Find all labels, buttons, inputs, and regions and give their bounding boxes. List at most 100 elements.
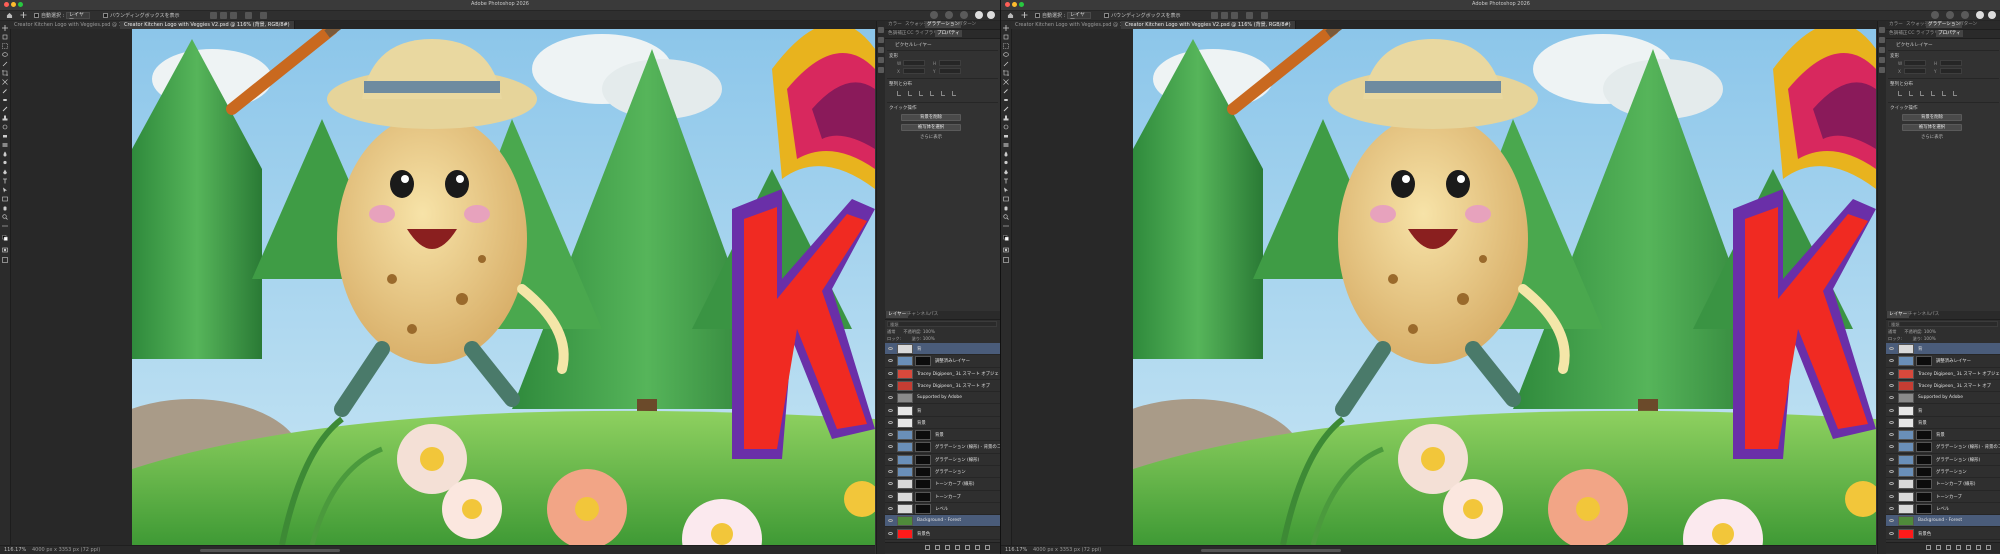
align-right-icon[interactable] [1920, 91, 1924, 96]
layer-row[interactable]: 背景 [885, 417, 1000, 430]
visibility-eye-icon[interactable] [1889, 433, 1894, 437]
tab-paths[interactable]: パス [1928, 311, 1941, 318]
visibility-eye-icon[interactable] [888, 371, 893, 375]
layer-filter-bar[interactable]: 種類 [1888, 321, 1998, 327]
info-panel-icon[interactable] [878, 37, 884, 43]
move-tool-icon[interactable] [1021, 12, 1028, 18]
layer-row[interactable]: 背 [1886, 405, 2000, 417]
height-field[interactable] [1940, 60, 1962, 66]
gradient-tool-icon[interactable] [1003, 142, 1009, 148]
profile-icon[interactable] [975, 11, 983, 19]
auto-select-checkbox[interactable] [34, 13, 39, 18]
hand-tool-icon[interactable] [1003, 205, 1009, 211]
history-panel-icon[interactable] [878, 27, 884, 33]
dodge-tool-icon[interactable] [1003, 160, 1009, 166]
zoom-level[interactable]: 116.17% [4, 547, 26, 553]
layer-row[interactable]: Supported by Adobe [885, 392, 1000, 405]
layer-row[interactable]: 背 [1886, 343, 2000, 356]
layer-mask-thumbnail[interactable] [915, 454, 931, 465]
align-bottom-icon[interactable] [1953, 91, 1957, 96]
layer-mask-thumbnail[interactable] [915, 356, 931, 367]
layer-row[interactable]: 調整済みレイヤー [885, 355, 1000, 368]
character-panel-icon[interactable] [878, 47, 884, 53]
layer-mask-thumbnail[interactable] [1916, 491, 1932, 502]
visibility-eye-icon[interactable] [888, 531, 893, 535]
visibility-eye-icon[interactable] [888, 470, 893, 473]
remove-background-button[interactable]: 背景を削除 [901, 114, 961, 121]
visibility-eye-icon[interactable] [888, 519, 893, 523]
transform-header[interactable]: 変形 [1890, 53, 1899, 59]
home-icon[interactable] [1007, 12, 1014, 18]
character-panel-icon[interactable] [1879, 47, 1885, 53]
layer-row[interactable]: Tracey Digipeon_ 3L スマート オブ [885, 380, 1000, 393]
document-tab-2[interactable]: Creator Kitchen Logo with Veggies V2.psd… [120, 21, 295, 29]
gradient-tool-icon[interactable] [2, 142, 8, 148]
layer-mask-thumbnail[interactable] [1916, 467, 1932, 477]
align-hcenter-icon[interactable] [908, 91, 912, 96]
blur-tool-icon[interactable] [2, 151, 8, 157]
visibility-eye-icon[interactable] [888, 445, 893, 449]
brush-tool-icon[interactable] [2, 106, 8, 112]
layer-mask-thumbnail[interactable] [915, 491, 931, 502]
visibility-eye-icon[interactable] [888, 383, 893, 387]
auto-select-dropdown[interactable]: レイヤー [66, 12, 90, 23]
align-center-icon[interactable] [1221, 12, 1228, 19]
crop-tool-icon[interactable] [2, 70, 8, 76]
layer-row[interactable]: Supported by Adobe [1886, 392, 2000, 405]
color-swatches-icon[interactable] [2, 235, 8, 241]
move-tool-icon[interactable] [1003, 25, 1009, 31]
visibility-eye-icon[interactable] [1889, 457, 1894, 461]
workspace-icon[interactable] [960, 11, 968, 19]
visibility-eye-icon[interactable] [888, 408, 893, 412]
layer-filter-bar[interactable]: 種類 [887, 321, 997, 327]
adjustment-layer-icon[interactable] [1956, 545, 1961, 550]
paragraph-panel-icon[interactable] [878, 57, 884, 63]
y-field[interactable] [1940, 68, 1962, 74]
layer-row[interactable]: グラデーション [1886, 466, 2000, 479]
opacity-field[interactable]: 不透明度: 100% [1904, 329, 1935, 334]
layer-row[interactable]: レベル [885, 503, 1000, 516]
eyedropper-tool-icon[interactable] [2, 88, 8, 94]
visibility-eye-icon[interactable] [1889, 420, 1894, 424]
layer-row[interactable]: グラデーション (線形) - 背景のコピー [1886, 441, 2000, 454]
workspace-icon[interactable] [1961, 11, 1969, 19]
layer-row[interactable]: グラデーション [885, 466, 1000, 479]
layer-row[interactable]: 背景色 [1886, 528, 2000, 540]
layer-row[interactable]: Tracey Digipeon_ 3L スマート オブ [1886, 380, 2000, 393]
visibility-eye-icon[interactable] [1889, 396, 1894, 400]
select-subject-button[interactable]: 被写体を選択 [901, 124, 961, 131]
move-tool-icon[interactable] [2, 25, 8, 31]
blend-mode-dropdown[interactable]: 通常 不透明度: 100% [887, 329, 935, 335]
help-icon[interactable] [987, 11, 995, 19]
layer-mask-thumbnail[interactable] [1916, 442, 1932, 453]
align-right-icon[interactable] [230, 12, 237, 19]
object-selection-tool-icon[interactable] [2, 61, 8, 67]
artboard-tool-icon[interactable] [2, 34, 8, 40]
layer-row[interactable]: 背景 [1886, 417, 2000, 430]
delete-layer-icon[interactable] [1986, 545, 1991, 550]
show-transform-controls-checkbox[interactable] [1104, 13, 1109, 18]
eyedropper-tool-icon[interactable] [1003, 88, 1009, 94]
layer-row[interactable]: トーンカーブ (線形) [885, 478, 1000, 491]
visibility-eye-icon[interactable] [1889, 506, 1894, 510]
visibility-eye-icon[interactable] [1889, 494, 1894, 498]
layer-row[interactable]: 背 [885, 405, 1000, 417]
align-left-icon[interactable] [210, 12, 217, 19]
move-tool-icon[interactable] [20, 12, 27, 18]
marquee-tool-icon[interactable] [2, 43, 8, 49]
visibility-eye-icon[interactable] [888, 420, 893, 424]
width-field[interactable] [903, 60, 925, 66]
type-tool-icon[interactable] [2, 178, 8, 184]
search-icon[interactable] [930, 11, 938, 19]
layer-row[interactable]: トーンカーブ (線形) [1886, 478, 2000, 491]
visibility-eye-icon[interactable] [1889, 371, 1894, 375]
distribute-icon[interactable] [1246, 12, 1253, 19]
show-more-link[interactable]: さらに表示 [901, 134, 961, 140]
align-right-icon[interactable] [919, 91, 923, 96]
layer-mask-thumbnail[interactable] [1916, 503, 1932, 514]
layer-row[interactable]: 背景色 [885, 528, 1000, 540]
visibility-eye-icon[interactable] [1889, 470, 1894, 473]
blend-mode-dropdown[interactable]: 通常 不透明度: 100% [1888, 329, 1936, 335]
clone-stamp-tool-icon[interactable] [1003, 115, 1009, 121]
share-icon[interactable] [1946, 11, 1954, 19]
